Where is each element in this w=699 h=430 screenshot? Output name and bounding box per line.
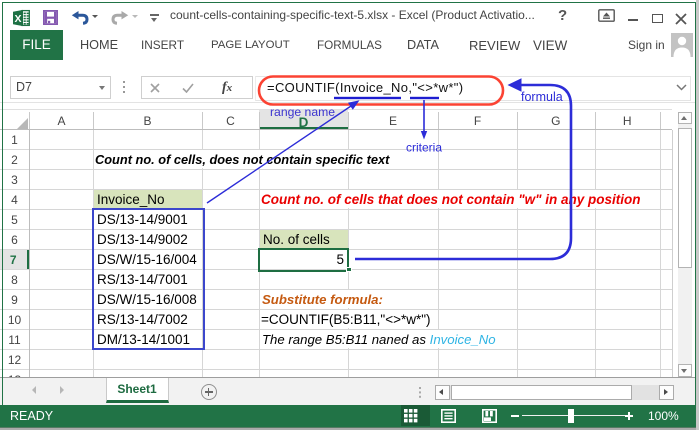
svg-text:formula: formula [521,90,563,104]
svg-text:criteria: criteria [406,141,442,155]
svg-text:range name: range name [270,105,335,119]
